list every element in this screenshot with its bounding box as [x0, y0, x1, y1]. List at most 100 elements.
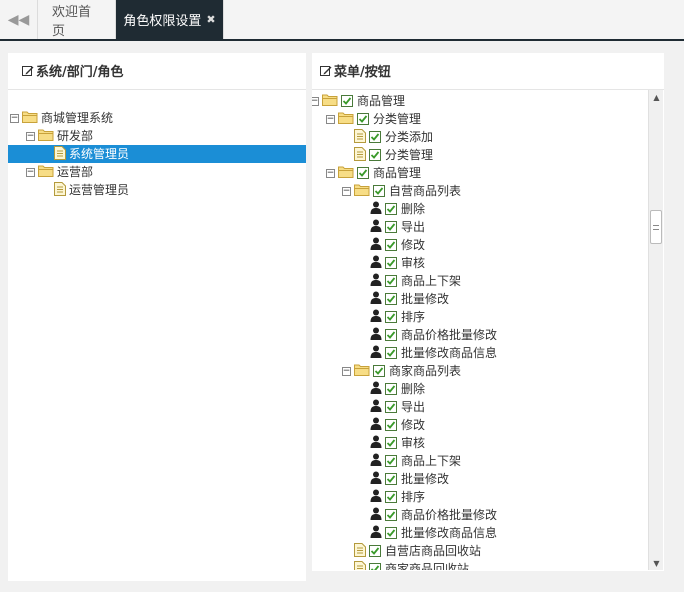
permission-checkbox[interactable] [385, 347, 397, 359]
permission-checkbox[interactable] [357, 113, 369, 125]
user-icon [370, 399, 382, 415]
permission-checkbox[interactable] [369, 545, 381, 557]
permission-checkbox[interactable] [385, 491, 397, 503]
tree-node-label: 分类管理 [373, 112, 422, 126]
permission-checkbox[interactable] [369, 563, 381, 570]
tree-node[interactable]: − 研发部 [26, 127, 93, 145]
permission-checkbox[interactable] [385, 437, 397, 449]
tree-node[interactable]: − 自营商品列表 [342, 182, 461, 200]
tree-node[interactable]: 修改 [358, 416, 425, 434]
tree-node[interactable]: − 商品管理 [312, 92, 405, 110]
permission-checkbox[interactable] [373, 365, 385, 377]
tree-node[interactable]: 商家商品回收站 [342, 560, 469, 570]
tree-node[interactable]: 批量修改商品信息 [358, 524, 497, 542]
tree-node[interactable]: 商品价格批量修改 [358, 506, 497, 524]
permission-checkbox[interactable] [385, 257, 397, 269]
tree-node-label: 商品管理 [373, 166, 422, 180]
permission-checkbox[interactable] [385, 239, 397, 251]
tree-expand-toggle[interactable]: − [26, 131, 35, 141]
tree-expand-toggle[interactable]: − [312, 96, 319, 106]
tree-expand-toggle[interactable]: − [342, 366, 351, 376]
tree-node[interactable]: 批量修改 [358, 290, 449, 308]
tree-node[interactable]: 导出 [358, 398, 425, 416]
tree-node[interactable]: 自营店商品回收站 [342, 542, 481, 560]
tree-node-label: 自营商品列表 [389, 184, 462, 198]
tree-node[interactable]: 系统管理员 [8, 145, 306, 163]
tree-node[interactable]: − 商家商品列表 [342, 362, 461, 380]
tree-node[interactable]: 商品上下架 [358, 452, 461, 470]
tree-node[interactable]: 批量修改商品信息 [358, 344, 497, 362]
tree-node-label: 商品上下架 [401, 454, 462, 468]
document-icon [54, 145, 66, 163]
tab-home[interactable]: 欢迎首页 [38, 0, 116, 39]
scrollbar-thumb[interactable] [650, 210, 662, 244]
permission-checkbox[interactable] [385, 509, 397, 521]
tree-node[interactable]: 商品价格批量修改 [358, 326, 497, 344]
permission-checkbox[interactable] [385, 455, 397, 467]
permission-checkbox[interactable] [385, 311, 397, 323]
tree-expand-toggle[interactable]: − [326, 114, 335, 124]
permission-checkbox[interactable] [373, 185, 385, 197]
tree-node[interactable]: 分类添加 [342, 128, 433, 146]
permission-checkbox[interactable] [385, 527, 397, 539]
tree-node[interactable]: − 分类管理 [326, 110, 421, 128]
tree-node-label: 分类添加 [385, 130, 434, 144]
tree-expand-toggle[interactable]: − [10, 113, 19, 123]
permission-checkbox[interactable] [357, 167, 369, 179]
permission-checkbox[interactable] [385, 401, 397, 413]
tree-node[interactable]: 分类管理 [342, 146, 433, 164]
tree-node[interactable]: 审核 [358, 434, 425, 452]
tree-node[interactable]: 商品上下架 [358, 272, 461, 290]
tree-expand-toggle[interactable]: − [326, 168, 335, 178]
tree-node[interactable]: − 商品管理 [326, 164, 421, 182]
permission-checkbox[interactable] [341, 95, 353, 107]
permission-checkbox[interactable] [385, 473, 397, 485]
user-icon [370, 327, 382, 343]
tree-node[interactable]: − 运营部 [26, 163, 93, 181]
permission-checkbox[interactable] [385, 293, 397, 305]
user-icon [370, 489, 382, 505]
permission-checkbox[interactable] [385, 383, 397, 395]
tree-node[interactable]: 审核 [358, 254, 425, 272]
permission-checkbox[interactable] [385, 203, 397, 215]
menu-tree-scrollbar[interactable]: ▲ ▼ [648, 90, 663, 570]
folder-open-icon [38, 128, 54, 144]
tree-node[interactable]: 导出 [358, 218, 425, 236]
user-icon [370, 273, 382, 289]
tree-expand-toggle[interactable]: − [26, 167, 35, 177]
document-icon [354, 146, 366, 164]
tree-node-label: 批量修改 [401, 472, 450, 486]
user-icon [370, 309, 382, 325]
close-icon[interactable]: ✖ [206, 13, 215, 26]
permission-checkbox[interactable] [369, 149, 381, 161]
org-panel: 系统/部门/角色 − 商城管理系统 − 研发部 系统管理员 − 运营部 运营管理员 [8, 53, 306, 581]
tab-scroll-back-button[interactable]: ◀◀ [0, 0, 38, 39]
tree-node[interactable]: − 商城管理系统 [10, 109, 113, 127]
permission-checkbox[interactable] [385, 419, 397, 431]
tree-node-label: 审核 [401, 256, 426, 270]
tree-node-label: 分类管理 [385, 148, 434, 162]
tab-home-label: 欢迎首页 [52, 4, 92, 39]
tree-node[interactable]: 运营管理员 [42, 181, 129, 199]
permission-checkbox[interactable] [385, 275, 397, 287]
tree-node-label: 研发部 [57, 129, 94, 143]
user-icon [370, 525, 382, 541]
tree-node-label: 删除 [401, 202, 426, 216]
tree-node[interactable]: 修改 [358, 236, 425, 254]
tree-node-label: 批量修改商品信息 [401, 346, 498, 360]
scroll-down-arrow-icon[interactable]: ▼ [649, 556, 664, 570]
tree-node[interactable]: 排序 [358, 488, 425, 506]
permission-checkbox[interactable] [385, 221, 397, 233]
tree-node[interactable]: 删除 [358, 200, 425, 218]
tree-node[interactable]: 删除 [358, 380, 425, 398]
tree-expand-toggle[interactable]: − [342, 186, 351, 196]
permission-checkbox[interactable] [385, 329, 397, 341]
tab-role-permission[interactable]: 角色权限设置 ✖ [116, 0, 224, 39]
folder-open-icon [22, 110, 38, 126]
scroll-up-arrow-icon[interactable]: ▲ [649, 90, 664, 104]
permission-checkbox[interactable] [369, 131, 381, 143]
tree-node[interactable]: 批量修改 [358, 470, 449, 488]
tree-node-label: 批量修改商品信息 [401, 526, 498, 540]
tree-node[interactable]: 排序 [358, 308, 425, 326]
tree-node-label: 排序 [401, 490, 426, 504]
